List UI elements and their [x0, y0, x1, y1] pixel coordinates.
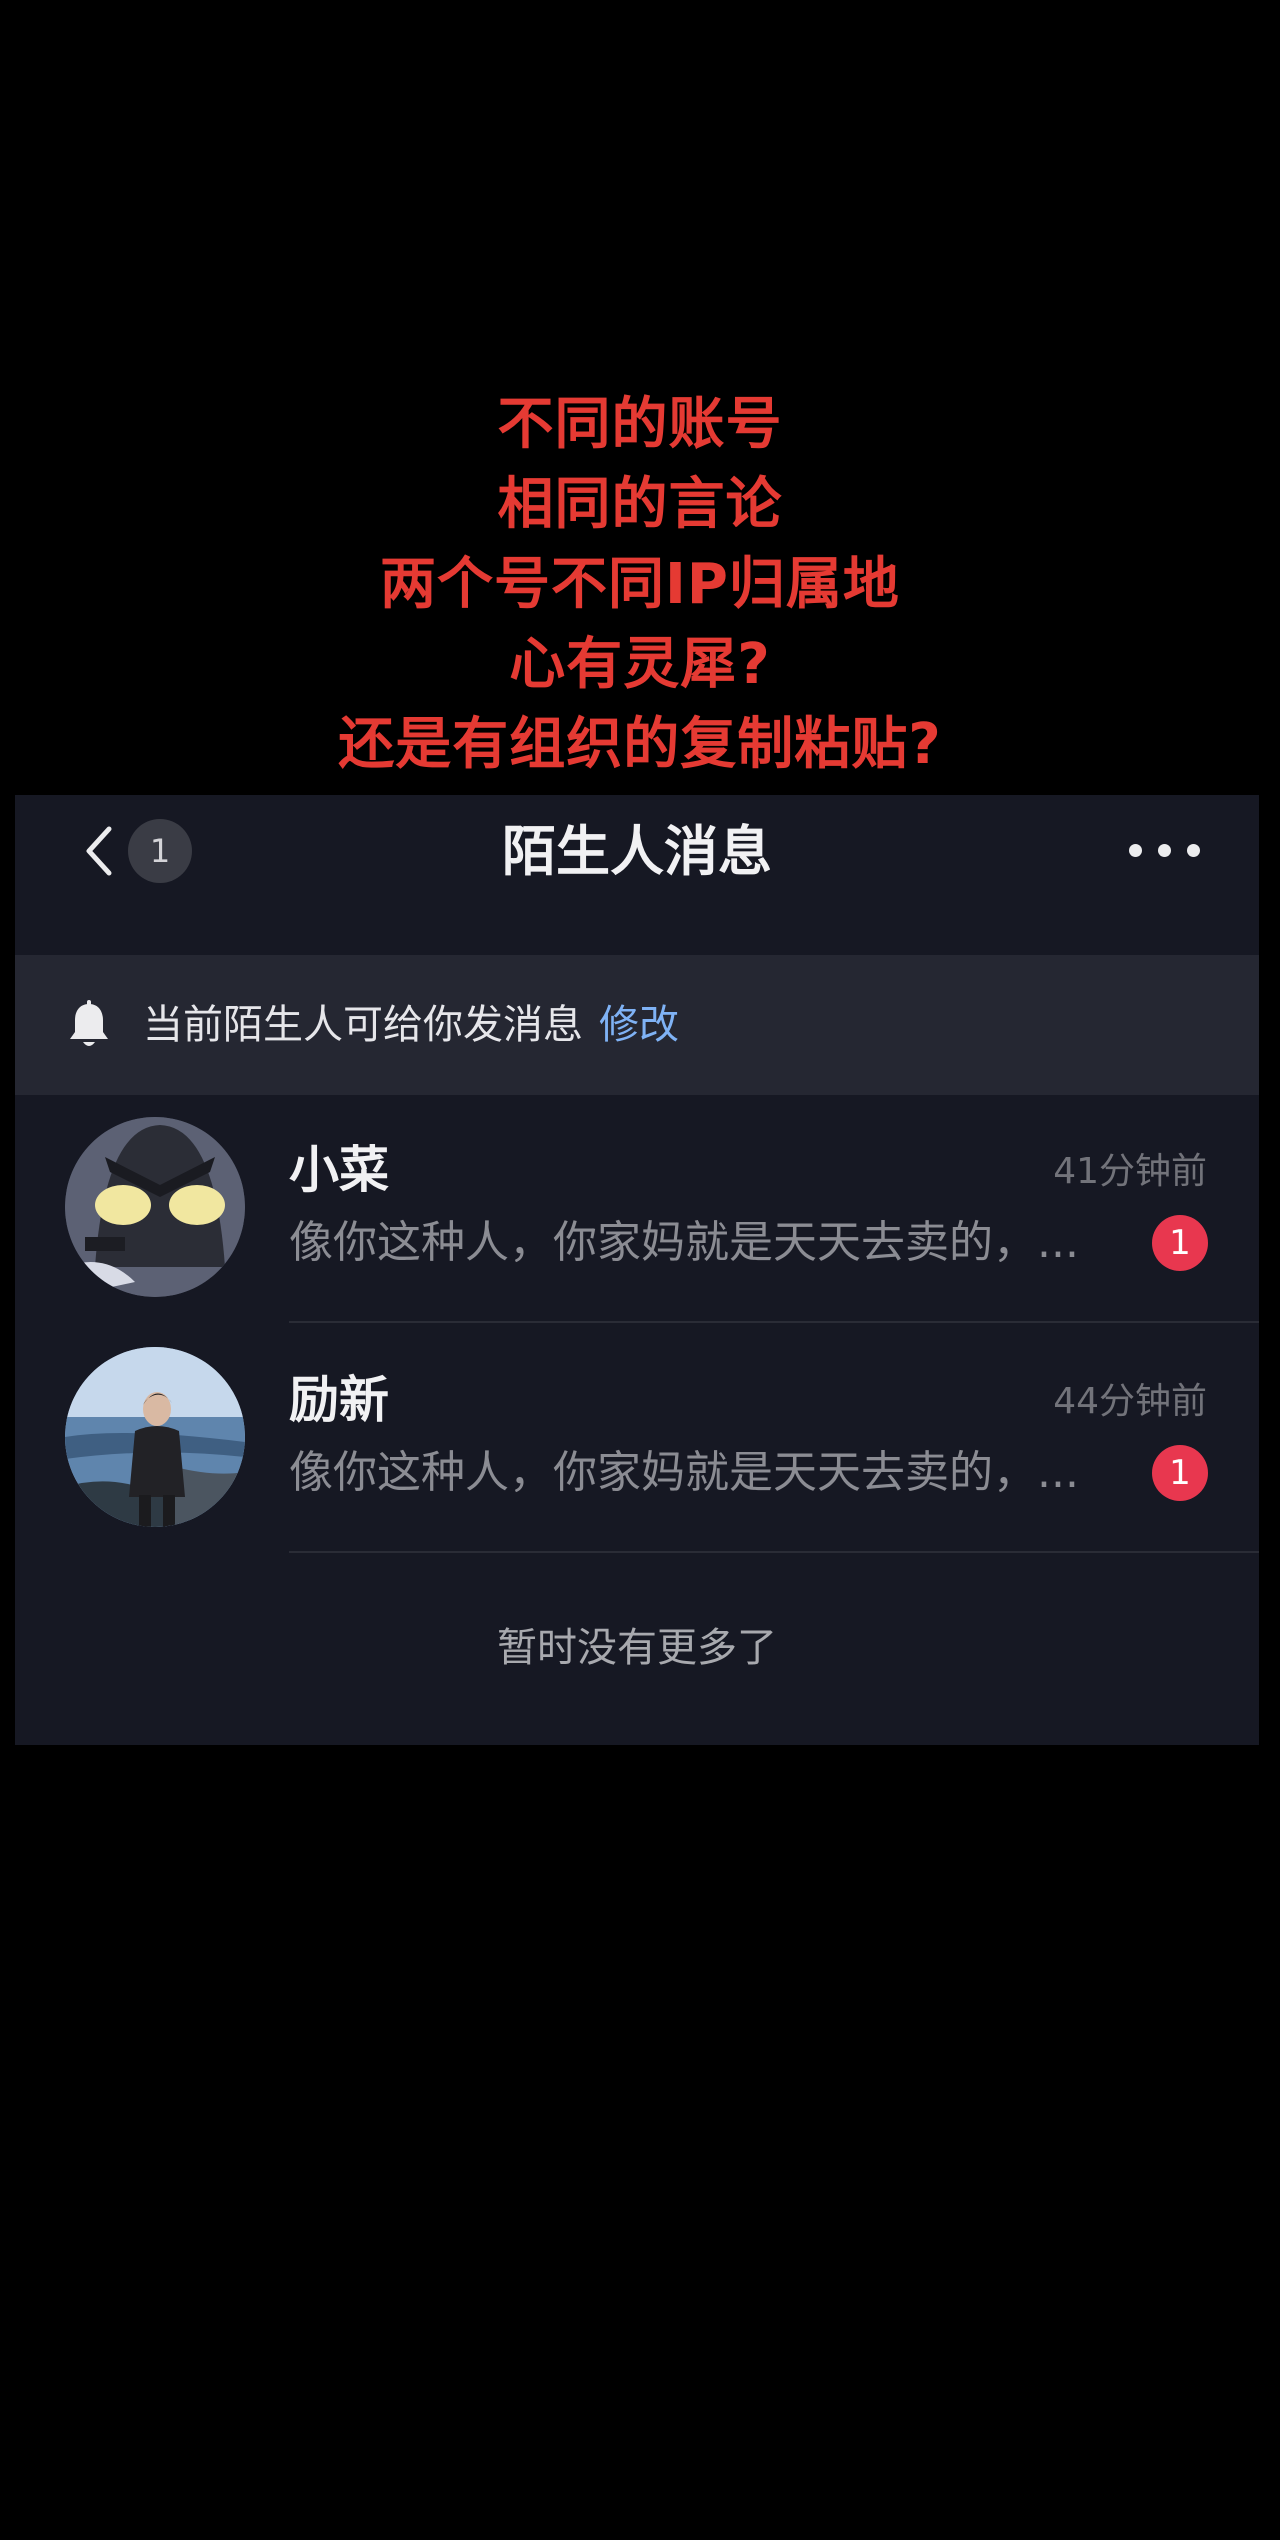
caption-line: 相同的言论 — [497, 472, 783, 537]
more-horizontal-icon — [1158, 844, 1171, 857]
end-of-list-text: 暂时没有更多了 — [497, 1625, 777, 1671]
message-time: 44分钟前 — [1053, 1381, 1207, 1422]
privacy-notice-text: 当前陌生人可给你发消息 修改 — [143, 997, 679, 1053]
sender-name: 小菜 — [289, 1141, 389, 1199]
caption-line: 不同的账号 — [497, 392, 783, 457]
message-row[interactable]: 小菜 41分钟前 像你这种人，你家妈就是天天去卖的，... 1 — [15, 1095, 1259, 1323]
overlay-caption: 不同的账号 相同的言论 两个号不同IP归属地 心有灵犀? 还是有组织的复制粘贴? — [0, 385, 1280, 785]
chevron-left-icon — [86, 826, 112, 876]
row-divider — [289, 1321, 1259, 1323]
message-preview: 像你这种人，你家妈就是天天去卖的，... — [289, 1217, 1079, 1268]
modify-link[interactable]: 修改 — [599, 1002, 679, 1048]
message-row[interactable]: 励新 44分钟前 像你这种人，你家妈就是天天去卖的，... 1 — [15, 1325, 1259, 1553]
message-time: 41分钟前 — [1053, 1151, 1207, 1192]
unread-badge: 1 — [1152, 1445, 1208, 1501]
masked-character-avatar — [65, 1117, 245, 1297]
sender-name: 励新 — [289, 1371, 389, 1429]
page-title: 陌生人消息 — [502, 820, 772, 883]
privacy-notice-bar: 当前陌生人可给你发消息 修改 — [15, 955, 1259, 1095]
avatar[interactable] — [65, 1117, 245, 1297]
more-options-button[interactable] — [1125, 825, 1205, 875]
avatar[interactable] — [65, 1347, 245, 1527]
more-horizontal-icon — [1129, 844, 1142, 857]
stranger-messages-screen: 1 陌生人消息 当前陌生人可给你发消息 修改 小菜 41分钟前 像你这种人，你家… — [15, 795, 1259, 1745]
person-by-sea-avatar — [65, 1347, 245, 1527]
caption-line: 心有灵犀? — [509, 632, 771, 697]
back-button[interactable] — [75, 821, 135, 881]
notice-label: 当前陌生人可给你发消息 — [143, 1002, 583, 1048]
top-bar: 1 陌生人消息 — [15, 795, 1259, 955]
bell-icon — [70, 1000, 108, 1046]
unread-badge: 1 — [1152, 1215, 1208, 1271]
unread-count-badge: 1 — [128, 819, 192, 883]
row-divider — [289, 1551, 1259, 1553]
more-horizontal-icon — [1187, 844, 1200, 857]
message-preview: 像你这种人，你家妈就是天天去卖的，... — [289, 1447, 1079, 1498]
caption-line: 还是有组织的复制粘贴? — [338, 712, 942, 777]
caption-line: 两个号不同IP归属地 — [380, 552, 900, 617]
